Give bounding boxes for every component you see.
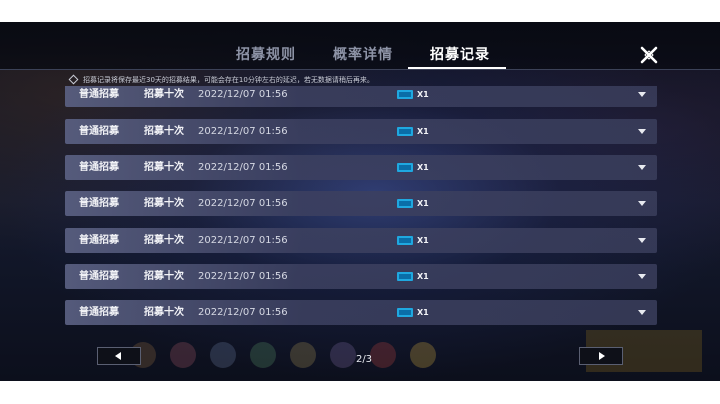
record-quantity: X1 <box>417 163 429 172</box>
record-type: 普通招募 <box>79 198 119 209</box>
record-quantity: X1 <box>417 199 429 208</box>
record-time: 2022/12/07 01:56 <box>198 162 288 173</box>
record-row[interactable]: 普通招募 招募十次 2022/12/07 01:56 X1 <box>65 300 657 325</box>
blue-ticket-icon <box>397 272 413 281</box>
record-count: 招募十次 <box>144 235 184 246</box>
record-count: 招募十次 <box>144 89 184 100</box>
notice-label: 招募记录将保存最近30天的招募结果，可能会存在10分钟左右的延迟，若无数据请稍后… <box>83 76 374 84</box>
blue-ticket-icon <box>397 90 413 99</box>
chevron-down-icon[interactable] <box>638 129 646 134</box>
record-type: 普通招募 <box>79 89 119 100</box>
record-row[interactable]: 普通招募 招募十次 2022/12/07 01:56 X1 <box>65 191 657 216</box>
chevron-down-icon[interactable] <box>638 274 646 279</box>
record-row[interactable]: 普通招募 招募十次 2022/12/07 01:56 X1 <box>65 119 657 144</box>
record-type: 普通招募 <box>79 235 119 246</box>
record-count: 招募十次 <box>144 271 184 282</box>
record-row[interactable]: 普通招募 招募十次 2022/12/07 01:56 X1 <box>65 228 657 253</box>
close-icon <box>640 46 658 64</box>
tab-recruit-rules[interactable]: 招募规则 <box>236 44 296 64</box>
record-quantity: X1 <box>417 90 429 99</box>
blue-ticket-icon <box>397 163 413 172</box>
record-time: 2022/12/07 01:56 <box>198 89 288 100</box>
notice-text: 招募记录将保存最近30天的招募结果，可能会存在10分钟左右的延迟，若无数据请稍后… <box>68 73 374 87</box>
next-page-button[interactable] <box>579 347 623 365</box>
record-quantity: X1 <box>417 236 429 245</box>
record-time: 2022/12/07 01:56 <box>198 271 288 282</box>
blue-ticket-icon <box>397 199 413 208</box>
diamond-bullet-icon <box>68 74 79 84</box>
close-button[interactable] <box>636 42 662 68</box>
blue-ticket-icon <box>397 236 413 245</box>
record-count: 招募十次 <box>144 162 184 173</box>
record-quantity: X1 <box>417 127 429 136</box>
chevron-down-icon[interactable] <box>638 310 646 315</box>
record-count: 招募十次 <box>144 126 184 137</box>
prev-page-button[interactable] <box>97 347 141 365</box>
header-bar: 招募规则 概率详情 招募记录 <box>0 22 720 70</box>
background-hud <box>130 338 480 374</box>
game-screen: 招募规则 概率详情 招募记录 招募记录将保存最近30天的招募结果，可能会存在10… <box>0 22 720 381</box>
record-type: 普通招募 <box>79 126 119 137</box>
record-count: 招募十次 <box>144 307 184 318</box>
record-quantity: X1 <box>417 308 429 317</box>
tab-recruit-records[interactable]: 招募记录 <box>430 44 490 64</box>
record-row[interactable]: 普通招募 招募十次 2022/12/07 01:56 X1 <box>65 86 657 107</box>
record-type: 普通招募 <box>79 271 119 282</box>
record-row[interactable]: 普通招募 招募十次 2022/12/07 01:56 X1 <box>65 264 657 289</box>
tab-probability-details[interactable]: 概率详情 <box>333 44 393 64</box>
record-time: 2022/12/07 01:56 <box>198 198 288 209</box>
record-count: 招募十次 <box>144 198 184 209</box>
record-type: 普通招募 <box>79 307 119 318</box>
record-time: 2022/12/07 01:56 <box>198 307 288 318</box>
record-list[interactable]: 普通招募 招募十次 2022/12/07 01:56 X1 普通招募 招募十次 … <box>0 86 720 334</box>
chevron-down-icon[interactable] <box>638 165 646 170</box>
record-row[interactable]: 普通招募 招募十次 2022/12/07 01:56 X1 <box>65 155 657 180</box>
chevron-down-icon[interactable] <box>638 201 646 206</box>
record-time: 2022/12/07 01:56 <box>198 126 288 137</box>
chevron-down-icon[interactable] <box>638 92 646 97</box>
triangle-right-icon <box>599 352 605 360</box>
record-type: 普通招募 <box>79 162 119 173</box>
page-indicator: 2/3 <box>355 354 373 365</box>
triangle-left-icon <box>115 352 121 360</box>
chevron-down-icon[interactable] <box>638 238 646 243</box>
blue-ticket-icon <box>397 308 413 317</box>
blue-ticket-icon <box>397 127 413 136</box>
header-divider <box>0 69 720 70</box>
record-quantity: X1 <box>417 272 429 281</box>
record-time: 2022/12/07 01:56 <box>198 235 288 246</box>
